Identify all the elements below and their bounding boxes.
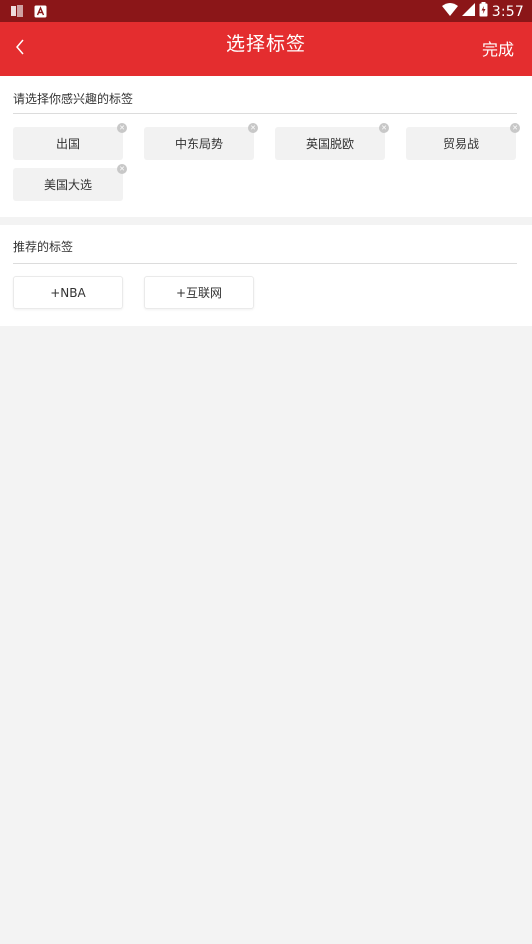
tag-label: 贸易战 [442, 137, 479, 151]
selected-tag[interactable]: 美国大选 ✕ [13, 164, 127, 201]
remove-icon[interactable]: ✕ [510, 123, 520, 133]
divider [13, 263, 517, 264]
selected-tag[interactable]: 英国脱欧 ✕ [275, 123, 389, 160]
remove-icon[interactable]: ✕ [248, 123, 258, 133]
battery-icon [479, 2, 488, 21]
done-button[interactable]: 完成 [482, 36, 514, 60]
tag-label: +NBA [50, 285, 86, 300]
status-left [10, 3, 47, 22]
selected-tag[interactable]: 贸易战 ✕ [406, 123, 520, 160]
status-bar: 3:57 [0, 0, 532, 22]
selected-tags-section: 请选择你感兴趣的标签 出国 ✕ 中东局势 ✕ 英国脱欧 ✕ 贸易战 ✕ 美国大选… [0, 76, 532, 217]
tag-label: 美国大选 [43, 178, 92, 192]
selected-tag[interactable]: 出国 ✕ [13, 123, 127, 160]
app-icon [34, 3, 47, 22]
status-right: 3:57 [441, 2, 524, 21]
add-tag-button-nba[interactable]: +NBA [13, 276, 123, 309]
recommended-tags-section: 推荐的标签 +NBA +互联网 [0, 225, 532, 326]
remove-icon[interactable]: ✕ [117, 123, 127, 133]
tag-label: 中东局势 [174, 137, 223, 151]
tag-label: 出国 [55, 137, 80, 151]
divider [13, 113, 517, 114]
recommend-section-title: 推荐的标签 [13, 240, 74, 254]
selected-section-title: 请选择你感兴趣的标签 [13, 92, 134, 106]
page-title: 选择标签 [225, 33, 306, 55]
status-time: 3:57 [491, 3, 524, 20]
cell-signal-icon [461, 3, 475, 20]
tag-label: +互联网 [175, 286, 223, 300]
notification-icon [10, 3, 24, 22]
app-header: 选择标签 完成 [0, 22, 532, 76]
remove-icon[interactable]: ✕ [117, 164, 127, 174]
remove-icon[interactable]: ✕ [379, 123, 389, 133]
wifi-icon [441, 2, 458, 21]
add-tag-button-internet[interactable]: +互联网 [144, 276, 254, 309]
tag-label: 英国脱欧 [305, 137, 354, 151]
selected-tag[interactable]: 中东局势 ✕ [144, 123, 258, 160]
